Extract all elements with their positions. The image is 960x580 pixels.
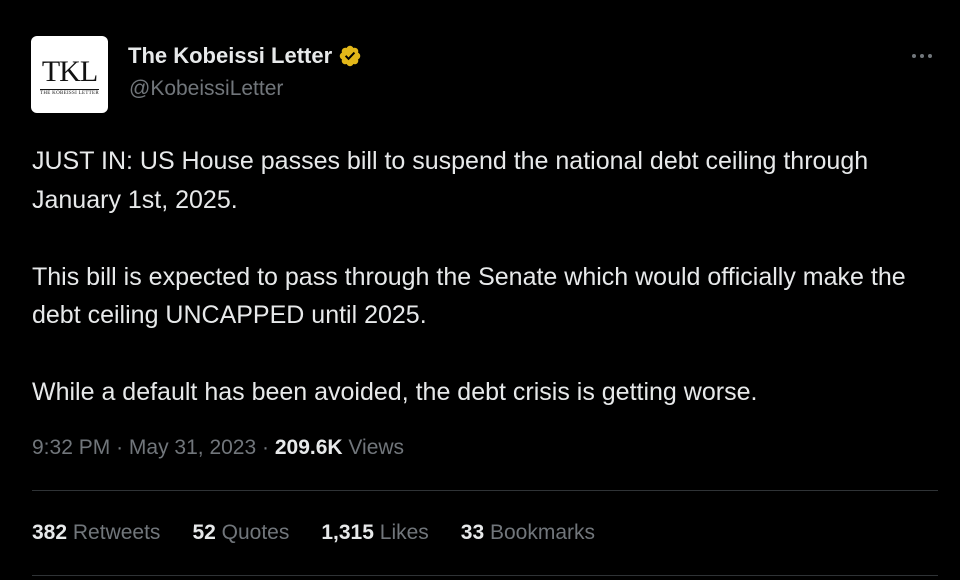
meta-separator: · [116, 436, 124, 459]
avatar-subtitle: THE KOBEISSI LETTER [39, 89, 100, 96]
likes-count: 1,315 [321, 521, 374, 544]
bookmarks-label: Bookmarks [490, 521, 596, 544]
quotes-stat[interactable]: 52 Quotes [192, 519, 289, 547]
author-name-row: The Kobeissi Letter [128, 42, 362, 70]
tweet-timestamp-link[interactable]: 9:32 PM · May 31, 2023 [32, 436, 256, 459]
retweets-stat[interactable]: 382 Retweets [32, 519, 160, 547]
views-count: 209.6K [274, 436, 343, 459]
likes-label: Likes [379, 521, 429, 544]
quotes-label: Quotes [221, 521, 290, 544]
views-label: Views [348, 436, 405, 459]
divider [32, 490, 938, 491]
more-options-icon[interactable] [907, 46, 937, 66]
more-dot [928, 54, 932, 58]
tweet-card: TKL THE KOBEISSI LETTER The Kobeissi Let… [0, 0, 960, 580]
tweet-date: May 31, 2023 [128, 436, 257, 459]
retweets-count: 382 [32, 521, 68, 544]
quotes-count: 52 [192, 521, 216, 544]
tweet-paragraph: While a default has been avoided, the de… [32, 378, 758, 406]
tweet-paragraph: JUST IN: US House passes bill to suspend… [32, 147, 869, 214]
meta-separator: · [262, 436, 270, 459]
tweet-paragraph: This bill is expected to pass through th… [32, 262, 906, 330]
likes-stat[interactable]: 1,315 Likes [321, 519, 428, 547]
more-dot [912, 54, 916, 58]
bookmarks-stat[interactable]: 33 Bookmarks [461, 519, 595, 547]
tweet-text: JUST IN: US House passes bill to suspend… [32, 142, 932, 412]
retweets-label: Retweets [72, 521, 161, 544]
more-dot [920, 54, 924, 58]
avatar[interactable]: TKL THE KOBEISSI LETTER [31, 36, 108, 113]
author-display-name[interactable]: The Kobeissi Letter [128, 42, 332, 70]
engagement-stats: 382 Retweets 52 Quotes 1,315 Likes 33 Bo… [32, 519, 595, 547]
verified-badge-icon[interactable] [338, 44, 362, 68]
author-handle[interactable]: @KobeissiLetter [129, 76, 283, 102]
tweet-time: 9:32 PM [32, 436, 111, 459]
avatar-monogram: TKL [41, 55, 98, 88]
views-link[interactable]: 209.6K Views [275, 436, 404, 459]
bookmarks-count: 33 [460, 521, 485, 544]
divider [32, 575, 938, 576]
tweet-meta: 9:32 PM · May 31, 2023 · 209.6K Views [32, 434, 404, 462]
